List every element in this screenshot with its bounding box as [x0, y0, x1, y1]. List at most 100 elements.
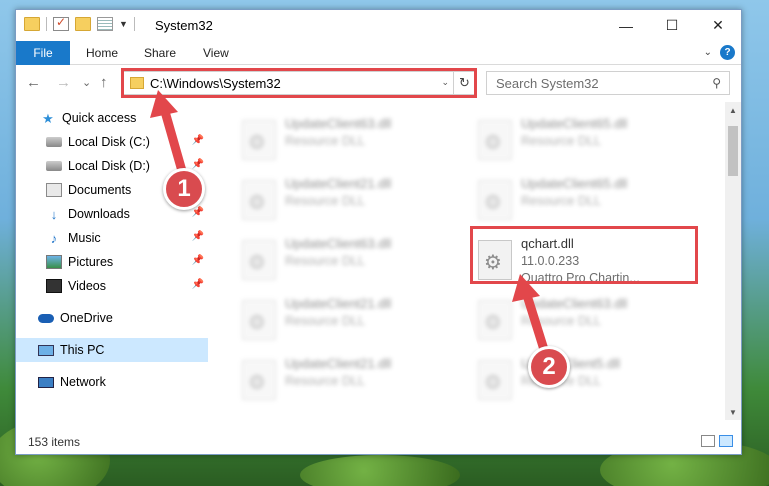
ribbon-right: ⌄ ? — [704, 45, 735, 60]
recent-locations-button[interactable]: ⌄ — [82, 76, 91, 89]
downloads-icon: ↓ — [50, 207, 58, 222]
file-description: Resource DLL — [521, 194, 601, 208]
sidebar-item-quick-access[interactable]: ★ Quick access — [40, 106, 210, 130]
address-highlight-box — [121, 68, 477, 98]
file-description: Resource DLL — [285, 374, 365, 388]
sidebar-item-label: OneDrive — [60, 311, 113, 325]
videos-icon — [46, 279, 62, 293]
status-bar: 153 items — [16, 430, 741, 454]
up-button[interactable]: ↑ — [100, 74, 108, 91]
file-item[interactable]: UpdateClient65.dll Resource DLL — [470, 108, 690, 166]
music-icon: ♪ — [50, 231, 58, 246]
dll-file-icon — [242, 120, 276, 160]
large-icons-view-icon[interactable] — [719, 435, 733, 447]
title-bar: ▼ System32 — ☐ ✕ — [16, 10, 741, 41]
sidebar-item-label: This PC — [60, 343, 105, 357]
tab-view[interactable]: View — [203, 46, 229, 60]
file-item[interactable]: UpdateClient21.dll Resource DLL — [234, 348, 454, 406]
divider — [133, 17, 135, 31]
minimize-button[interactable]: — — [603, 10, 649, 41]
view-buttons — [701, 435, 733, 447]
file-name: UpdateClient21.dll — [285, 296, 392, 311]
sidebar-item-pictures[interactable]: Pictures 📌 — [46, 250, 210, 274]
scroll-down-icon[interactable]: ▼ — [725, 404, 741, 420]
file-item[interactable]: UpdateClient21.dll Resource DLL — [234, 168, 454, 226]
sidebar-item-label: Pictures — [68, 255, 114, 269]
divider — [46, 17, 47, 31]
pin-icon: 📌 — [191, 159, 204, 170]
pin-icon: 📌 — [191, 279, 204, 290]
drive-icon — [46, 137, 62, 147]
file-name: UpdateClient63.dll — [285, 236, 392, 251]
pictures-icon — [46, 255, 62, 269]
sidebar-item-label: Music — [68, 231, 101, 245]
window-title: System32 — [155, 18, 213, 33]
sidebar-item-music[interactable]: ♪ Music 📌 — [46, 226, 210, 250]
file-item[interactable]: UpdateClient63.dll Resource DLL — [234, 108, 454, 166]
file-name: UpdateClient65.dll — [521, 176, 628, 191]
item-count: 153 items — [28, 435, 81, 449]
documents-icon — [46, 183, 62, 197]
file-description: Resource DLL — [521, 314, 601, 328]
file-name: UpdateClient65.dll — [521, 116, 628, 131]
vertical-scrollbar[interactable]: ▲ ▼ — [725, 102, 741, 420]
search-box[interactable]: Search System32 ⚲ — [486, 71, 730, 95]
tab-file[interactable]: File — [16, 41, 70, 65]
file-name: UpdateClient63.dll — [521, 296, 628, 311]
file-item[interactable]: UpdateClient65.dll Resource DLL — [470, 168, 690, 226]
details-view-icon[interactable] — [701, 435, 715, 447]
file-item[interactable]: UpdateClient5.dll Resource DLL — [470, 348, 690, 406]
sidebar-item-this-pc[interactable]: This PC — [16, 338, 208, 362]
network-icon — [38, 376, 54, 388]
sidebar-item-label: Videos — [68, 279, 106, 293]
navigation-pane: ★ Quick access Local Disk (C:) 📌 Local D… — [16, 102, 210, 420]
scroll-up-icon[interactable]: ▲ — [725, 102, 741, 118]
file-description: Resource DLL — [285, 194, 365, 208]
dll-file-icon — [242, 180, 276, 220]
wallpaper-leaf — [300, 455, 460, 486]
file-name: UpdateClient21.dll — [285, 176, 392, 191]
new-folder-icon[interactable] — [75, 17, 91, 31]
sidebar-item-label: Network — [60, 375, 106, 389]
file-item[interactable]: UpdateClient21.dll Resource DLL — [234, 288, 454, 346]
drive-icon — [46, 161, 62, 171]
dll-file-icon — [478, 300, 512, 340]
customize-toolbar-dropdown-icon[interactable]: ▼ — [119, 19, 128, 29]
sidebar-item-label: Quick access — [62, 111, 137, 125]
ribbon-tabs: File Home Share View ⌄ ? — [16, 41, 741, 65]
sidebar-item-label: Local Disk (D:) — [68, 159, 150, 173]
file-description: Resource DLL — [285, 314, 365, 328]
dll-file-icon — [478, 360, 512, 400]
file-item[interactable]: UpdateClient63.dll Resource DLL — [470, 288, 690, 346]
pin-icon: 📌 — [191, 231, 204, 242]
this-pc-icon — [38, 344, 54, 356]
search-icon[interactable]: ⚲ — [712, 76, 721, 90]
onedrive-icon — [38, 313, 54, 323]
folder-icon[interactable] — [24, 17, 40, 31]
sidebar-item-local-disk-c[interactable]: Local Disk (C:) 📌 — [46, 130, 210, 154]
sidebar-item-network[interactable]: Network — [38, 370, 210, 394]
close-button[interactable]: ✕ — [695, 10, 741, 41]
forward-button[interactable]: → — [56, 74, 71, 91]
file-name: UpdateClient21.dll — [285, 356, 392, 371]
scrollbar-thumb[interactable] — [728, 126, 738, 176]
maximize-button[interactable]: ☐ — [649, 10, 695, 41]
properties-icon[interactable] — [97, 17, 113, 31]
tab-share[interactable]: Share — [144, 46, 176, 60]
tab-home[interactable]: Home — [86, 46, 118, 60]
file-item[interactable]: UpdateClient63.dll Resource DLL — [234, 228, 454, 286]
sidebar-item-onedrive[interactable]: OneDrive — [38, 306, 210, 330]
chevron-down-icon[interactable]: ⌄ — [704, 47, 712, 58]
dll-file-icon — [242, 360, 276, 400]
sidebar-item-label: Documents — [68, 183, 132, 197]
file-highlight-box — [470, 226, 698, 284]
dll-file-icon — [242, 240, 276, 280]
sidebar-item-videos[interactable]: Videos 📌 — [46, 274, 210, 298]
search-input[interactable]: Search System32 — [496, 76, 599, 91]
help-icon[interactable]: ? — [720, 45, 735, 60]
properties-check-icon[interactable] — [53, 15, 69, 31]
back-button[interactable]: ← — [26, 74, 41, 91]
sidebar-item-label: Local Disk (C:) — [68, 135, 150, 149]
file-description: Resource DLL — [521, 134, 601, 148]
sidebar-item-label: Downloads — [68, 207, 130, 221]
